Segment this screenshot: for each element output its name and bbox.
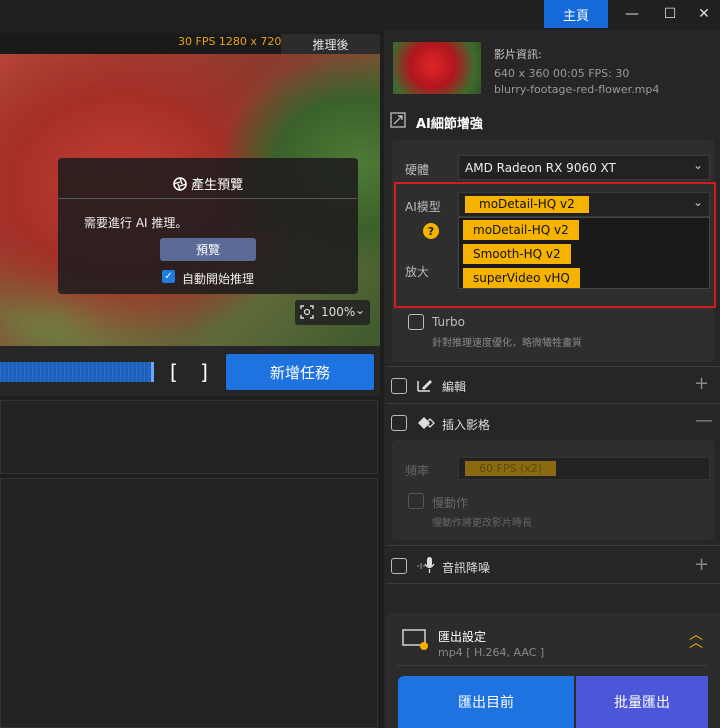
- help-icon[interactable]: ?: [423, 223, 439, 239]
- video-specs: 640 x 360 00:05 FPS: 30: [494, 67, 630, 80]
- video-thumbnail: [393, 42, 481, 94]
- model-option-1[interactable]: moDetail-HQ v2: [463, 220, 579, 240]
- auto-start-label: 自動開始推理: [182, 272, 255, 286]
- export-current-button[interactable]: 匯出目前: [398, 676, 574, 728]
- dialog-divider: [58, 198, 358, 199]
- interpolation-label: 插入影格: [442, 418, 491, 432]
- turbo-checkbox[interactable]: [408, 314, 424, 330]
- close-button[interactable]: ✕: [684, 0, 720, 28]
- zoom-fit-icon[interactable]: [300, 305, 314, 322]
- model-option-3[interactable]: superVideo vHQ: [463, 268, 580, 288]
- dialog-title: 產生預覽: [58, 174, 358, 193]
- chevron-double-up-icon[interactable]: ︿ ︿: [689, 628, 703, 650]
- zoom-value: 100%: [321, 305, 356, 319]
- model-option-2[interactable]: Smooth-HQ v2: [463, 244, 571, 264]
- home-button[interactable]: 主頁: [544, 0, 608, 28]
- hardware-label: 硬體: [405, 163, 430, 177]
- slowmo-description: 慢動作將更改影片時長: [432, 518, 532, 529]
- divider: [386, 583, 720, 584]
- rate-value: 60 FPS (x2): [465, 461, 557, 476]
- generate-preview-dialog: 產生預覽 需要進行 AI 推理。 預覽 ✓ 自動開始推理: [58, 158, 358, 294]
- video-preview: 產生預覽 需要進行 AI 推理。 預覽 ✓ 自動開始推理 100% ⌄: [0, 54, 380, 346]
- microphone-icon: [416, 556, 436, 577]
- turbo-label: Turbo: [432, 315, 466, 329]
- chevron-down-icon: ⌄: [693, 158, 704, 172]
- video-filename: blurry-footage-red-flower.mp4: [494, 83, 660, 96]
- divider: [386, 366, 720, 367]
- divider: [386, 403, 720, 404]
- collapse-minus-icon[interactable]: —: [695, 410, 713, 431]
- edit-icon: [416, 377, 434, 396]
- dialog-message: 需要進行 AI 推理。: [84, 216, 188, 230]
- aperture-icon: [173, 177, 191, 193]
- export-format: mp4 [ H.264, AAC ]: [438, 646, 545, 659]
- export-settings-title: 匯出設定: [438, 630, 487, 644]
- audio-denoise-label: 音訊降噪: [442, 561, 491, 575]
- tab-after-inference[interactable]: 推理後: [281, 34, 380, 54]
- timeline-scrubber[interactable]: [0, 362, 154, 382]
- minimize-button[interactable]: —: [612, 0, 652, 28]
- chevron-down-icon: ⌄: [355, 303, 366, 317]
- hardware-select[interactable]: AMD Radeon RX 9060 XT ⌄: [458, 155, 710, 180]
- chevron-down-icon: ⌄: [693, 195, 704, 209]
- ai-model-label: AI模型: [405, 200, 441, 214]
- divider: [386, 545, 720, 546]
- fps-resolution-info: 30 FPS 1280 x 720: [178, 35, 282, 48]
- scale-label: 放大: [405, 265, 430, 279]
- trim-bracket-icon[interactable]: [ ]: [170, 360, 216, 384]
- slowmo-label: 慢動作: [432, 496, 469, 510]
- add-task-button[interactable]: 新增任務: [226, 354, 374, 390]
- ai-model-select[interactable]: moDetail-HQ v2 ⌄: [458, 192, 710, 217]
- video-info-label: 影片資訊:: [494, 48, 542, 61]
- hardware-value: AMD Radeon RX 9060 XT: [465, 161, 616, 175]
- edit-checkbox[interactable]: [391, 378, 407, 394]
- preview-button[interactable]: 預覽: [160, 238, 256, 261]
- ai-model-value: moDetail-HQ v2: [465, 196, 589, 213]
- ai-enhance-title: AI細節增強: [416, 117, 483, 132]
- batch-export-button[interactable]: 批量匯出: [576, 676, 708, 728]
- edit-label: 編輯: [442, 380, 467, 394]
- ai-model-dropdown: moDetail-HQ v2 Smooth-HQ v2 superVideo v…: [458, 217, 710, 289]
- rate-select: 60 FPS (x2): [458, 457, 710, 480]
- zoom-selector[interactable]: 100% ⌄: [295, 300, 370, 325]
- dialog-title-text: 產生預覽: [191, 178, 244, 193]
- interpolation-checkbox[interactable]: [391, 415, 407, 431]
- audio-checkbox[interactable]: [391, 558, 407, 574]
- rate-label: 頻率: [405, 464, 430, 478]
- slowmo-checkbox: [408, 493, 424, 509]
- export-settings-icon: [401, 628, 431, 655]
- expand-icon: [390, 112, 406, 131]
- frames-icon: [416, 415, 436, 434]
- task-panel: [0, 400, 378, 474]
- task-list-panel: [0, 478, 378, 728]
- expand-plus-icon[interactable]: +: [694, 373, 709, 394]
- turbo-description: 針對推理速度優化，略微犧牲畫質: [432, 338, 582, 349]
- divider: [396, 665, 708, 666]
- expand-plus-icon[interactable]: +: [694, 554, 709, 575]
- auto-start-checkbox[interactable]: ✓: [162, 270, 175, 283]
